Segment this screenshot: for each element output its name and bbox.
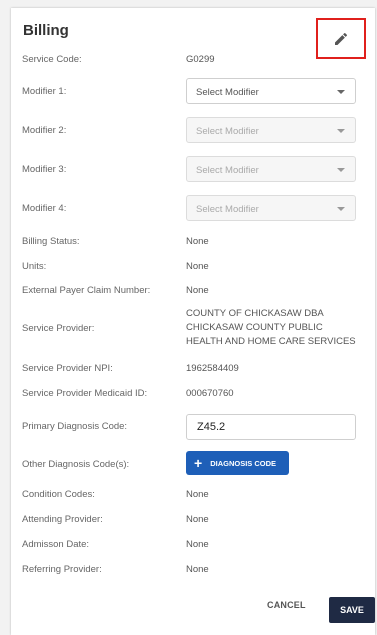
service-code-label: Service Code:	[22, 54, 82, 65]
modifier-2-placeholder: Select Modifier	[196, 126, 259, 137]
condition-codes-label: Condition Codes:	[22, 489, 95, 500]
admission-date-value: None	[186, 539, 209, 550]
service-provider-value: COUNTY OF CHICKASAW DBA CHICKASAW COUNTY…	[186, 307, 356, 349]
service-provider-medicaid-id-value: 000670760	[186, 388, 234, 399]
admission-date-label: Admisson Date:	[22, 539, 90, 550]
primary-diagnosis-code-input[interactable]: Z45.2	[186, 414, 356, 440]
condition-codes-value: None	[186, 489, 209, 500]
cancel-button[interactable]: CANCEL	[267, 600, 306, 610]
billing-title: Billing	[23, 22, 69, 39]
modifier-3-label: Modifier 3:	[22, 164, 67, 175]
pencil-icon	[335, 32, 348, 45]
service-provider-npi-value: 1962584409	[186, 363, 239, 374]
attending-provider-value: None	[186, 514, 209, 525]
service-provider-medicaid-id-label: Service Provider Medicaid ID:	[22, 388, 148, 399]
service-provider-line: COUNTY OF CHICKASAW DBA	[186, 308, 324, 319]
service-code-value: G0299	[186, 54, 215, 65]
referring-provider-value: None	[186, 564, 209, 575]
billing-status-label: Billing Status:	[22, 236, 80, 247]
modifier-4-label: Modifier 4:	[22, 203, 67, 214]
modifier-3-placeholder: Select Modifier	[196, 165, 259, 176]
add-diagnosis-code-button[interactable]: + DIAGNOSIS CODE	[186, 451, 289, 475]
service-provider-line: CHICKASAW COUNTY PUBLIC	[186, 322, 323, 333]
service-provider-line: HEALTH AND HOME CARE SERVICES	[186, 336, 356, 347]
attending-provider-label: Attending Provider:	[22, 514, 103, 525]
billing-status-value: None	[186, 236, 209, 247]
edit-button[interactable]	[316, 18, 366, 59]
primary-diagnosis-code-label: Primary Diagnosis Code:	[22, 421, 128, 432]
save-button[interactable]: SAVE	[329, 597, 375, 623]
add-diagnosis-code-label: DIAGNOSIS CODE	[210, 458, 277, 468]
modifier-4-placeholder: Select Modifier	[196, 204, 259, 215]
caret-down-icon	[337, 168, 345, 172]
modifier-3-select[interactable]: Select Modifier	[186, 156, 356, 182]
referring-provider-label: Referring Provider:	[22, 564, 102, 575]
external-payer-claim-number-value: None	[186, 285, 209, 296]
modifier-1-select[interactable]: Select Modifier	[186, 78, 356, 104]
other-diagnosis-codes-label: Other Diagnosis Code(s):	[22, 459, 130, 470]
modifier-2-select[interactable]: Select Modifier	[186, 117, 356, 143]
plus-icon: +	[194, 455, 203, 471]
modifier-4-select[interactable]: Select Modifier	[186, 195, 356, 221]
modifier-1-label: Modifier 1:	[22, 86, 67, 97]
service-provider-npi-label: Service Provider NPI:	[22, 363, 113, 374]
service-provider-label: Service Provider:	[22, 323, 95, 334]
billing-card: Billing Service Code: G0299 Modifier 1: …	[11, 8, 375, 635]
caret-down-icon	[337, 207, 345, 211]
caret-down-icon	[337, 90, 345, 94]
units-value: None	[186, 261, 209, 272]
external-payer-claim-number-label: External Payer Claim Number:	[22, 285, 151, 296]
units-label: Units:	[22, 261, 47, 272]
modifier-2-label: Modifier 2:	[22, 125, 67, 136]
modifier-1-placeholder: Select Modifier	[196, 87, 259, 98]
caret-down-icon	[337, 129, 345, 133]
